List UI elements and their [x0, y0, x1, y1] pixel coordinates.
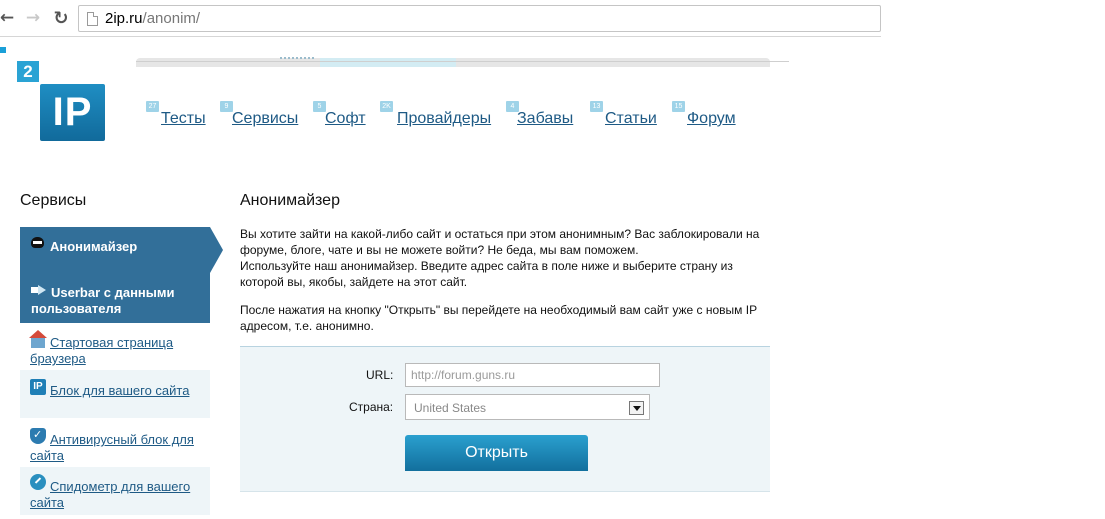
- sidebar-link-speedometer[interactable]: Спидометр для вашего сайта: [30, 479, 208, 511]
- sidebar-link-antivirus[interactable]: Антивирусный блок для сайта: [30, 432, 208, 464]
- nav-item-fun[interactable]: Забавы: [517, 110, 573, 128]
- sidebar-link-start-page[interactable]: Стартовая страница браузера: [30, 335, 208, 367]
- sidebar-item-start-page[interactable]: Стартовая страница браузера: [20, 323, 210, 370]
- corner-mark: [0, 47, 6, 53]
- sidebar-link-site-block[interactable]: Блок для вашего сайта: [30, 383, 208, 399]
- site-logo[interactable]: IP: [40, 84, 105, 141]
- sidebar-title: Сервисы: [20, 192, 87, 209]
- forward-arrow-icon[interactable]: →: [22, 6, 44, 30]
- top-strip-line: [136, 61, 789, 62]
- page-document-icon: [87, 12, 98, 26]
- address-url[interactable]: 2ip.ru/anonim/: [105, 10, 200, 27]
- instruction-paragraph: Используйте наш анонимайзер. Введите адр…: [240, 259, 733, 289]
- address-bar[interactable]: 2ip.ru/anonim/: [78, 5, 881, 32]
- intro-paragraph: Вы хотите зайти на какой-либо сайт и ост…: [240, 227, 760, 257]
- url-label: URL:: [366, 368, 394, 382]
- top-bar-dots: [280, 57, 314, 59]
- sidebar-item-antivirus[interactable]: Антивирусный блок для сайта: [20, 418, 210, 467]
- ninja-icon: [31, 237, 44, 248]
- sidebar-item-site-block[interactable]: IP Блок для вашего сайта: [20, 370, 210, 418]
- top-bar-accent: [320, 58, 456, 67]
- sidebar-item-userbar[interactable]: Userbar с данными пользователя: [20, 273, 210, 323]
- country-label: Страна:: [349, 400, 394, 414]
- nav-item-articles[interactable]: Статьи: [605, 110, 657, 128]
- nav-item-forum[interactable]: Форум: [687, 110, 736, 128]
- country-select[interactable]: United States: [405, 394, 650, 420]
- chevron-down-icon[interactable]: [629, 401, 644, 415]
- url-input[interactable]: [405, 363, 660, 387]
- sidebar-item-anonymizer[interactable]: Анонимайзер: [20, 227, 210, 273]
- reload-icon[interactable]: ↻: [50, 6, 72, 30]
- browser-toolbar: ← → ↻ 2ip.ru/anonim/: [0, 0, 1105, 37]
- logo-badge[interactable]: 2: [17, 61, 39, 82]
- country-selected-value: United States: [414, 401, 487, 415]
- site-top-strip: [0, 37, 789, 67]
- nav-item-soft[interactable]: Софт: [325, 110, 366, 128]
- nav-item-tests[interactable]: Тесты: [161, 110, 206, 128]
- back-arrow-icon[interactable]: ←: [0, 6, 18, 30]
- nav-badge-tests: 27: [146, 101, 159, 112]
- sidebar-item-speedometer[interactable]: Спидометр для вашего сайта: [20, 467, 210, 515]
- nav-badge-forum: 15: [672, 101, 685, 112]
- nav-item-services[interactable]: Сервисы: [232, 110, 298, 128]
- sidebar-item-label: Анонимайзер: [50, 239, 138, 254]
- page-title: Анонимайзер: [240, 192, 340, 209]
- active-item-arrow: [210, 227, 223, 273]
- open-button[interactable]: Открыть: [405, 435, 588, 471]
- nav-item-providers[interactable]: Провайдеры: [397, 110, 491, 128]
- nav-badge-providers: 2K: [380, 101, 393, 112]
- sidebar-item-label: Userbar с данными пользователя: [31, 285, 175, 316]
- nav-badge-articles: 13: [590, 101, 603, 112]
- note-paragraph: После нажатия на кнопку "Открыть" вы пер…: [240, 303, 757, 333]
